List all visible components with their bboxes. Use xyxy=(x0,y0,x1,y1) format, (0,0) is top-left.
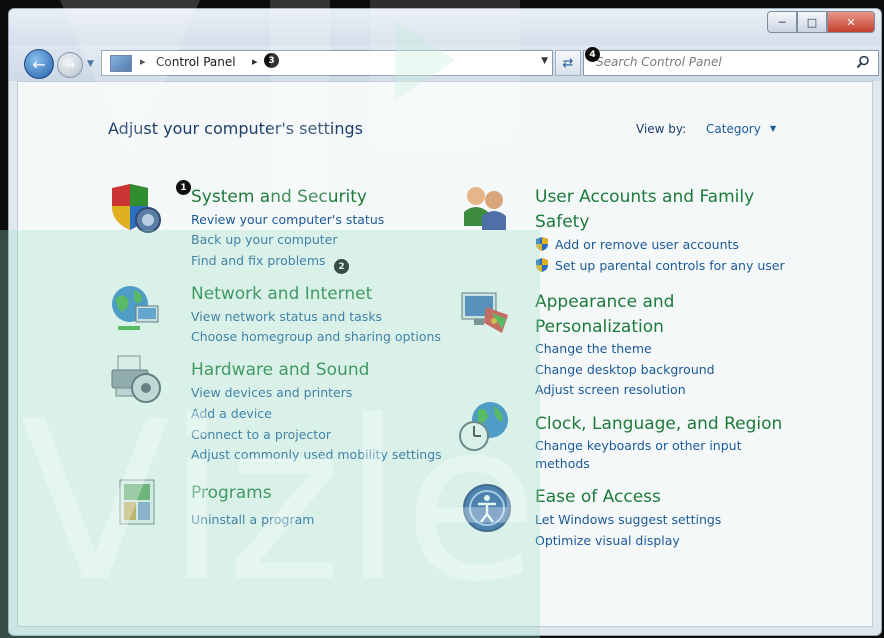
close-button[interactable]: ✕ xyxy=(827,11,875,33)
refresh-icon: ⇄ xyxy=(562,55,574,71)
system-security-icon[interactable] xyxy=(108,182,162,234)
close-icon: ✕ xyxy=(846,15,856,29)
link-mobility-settings[interactable]: Adjust commonly used mobility settings xyxy=(191,447,442,462)
link-change-keyboards-input-cont[interactable]: methods xyxy=(535,456,590,471)
link-review-computer-status[interactable]: Review your computer's status xyxy=(191,212,384,227)
control-panel-window: ─ □ ✕ ← → ▼ ▸ Control Panel ▸ ▼ ⇄ Adjust… xyxy=(8,8,882,636)
search-icon[interactable] xyxy=(856,55,870,69)
link-parental-controls[interactable]: Set up parental controls for any user xyxy=(555,258,785,273)
recent-pages-dropdown[interactable]: ▼ xyxy=(87,59,94,69)
link-homegroup-sharing-options[interactable]: Choose homegroup and sharing options xyxy=(191,329,441,344)
link-let-windows-suggest-settings[interactable]: Let Windows suggest settings xyxy=(535,512,721,527)
caption-buttons: ─ □ ✕ xyxy=(767,11,875,33)
link-view-network-status[interactable]: View network status and tasks xyxy=(191,309,382,324)
network-internet-icon[interactable] xyxy=(108,282,162,334)
maximize-button[interactable]: □ xyxy=(797,11,827,33)
category-ease-of-access[interactable]: Ease of Access xyxy=(535,485,661,510)
link-change-the-theme[interactable]: Change the theme xyxy=(535,341,652,356)
category-appearance-line2[interactable]: Personalization xyxy=(535,315,664,340)
category-user-accounts-line2[interactable]: Safety xyxy=(535,210,589,235)
clock-language-region-icon[interactable] xyxy=(458,400,512,452)
annotation-marker-1: 1 xyxy=(176,180,191,195)
view-by-label: View by: xyxy=(636,122,687,136)
page-title: Adjust your computer's settings xyxy=(108,119,363,138)
forward-button[interactable]: → xyxy=(57,52,83,78)
back-arrow-icon: ← xyxy=(32,54,46,74)
uac-shield-icon xyxy=(536,237,548,251)
category-programs[interactable]: Programs xyxy=(191,481,272,506)
forward-arrow-icon: → xyxy=(64,58,76,72)
category-user-accounts-line1[interactable]: User Accounts and Family xyxy=(535,185,754,210)
search-input[interactable] xyxy=(596,52,844,72)
annotation-marker-2: 2 xyxy=(334,259,349,274)
annotation-marker-4: 4 xyxy=(585,47,600,62)
minimize-icon: ─ xyxy=(778,15,786,29)
category-hardware-and-sound[interactable]: Hardware and Sound xyxy=(191,358,369,383)
maximize-icon: □ xyxy=(806,15,818,29)
link-add-a-device[interactable]: Add a device xyxy=(191,406,272,421)
link-adjust-screen-resolution[interactable]: Adjust screen resolution xyxy=(535,382,686,397)
content-area: Adjust your computer's settings View by:… xyxy=(17,81,873,627)
address-bar[interactable]: ▸ Control Panel ▸ ▼ xyxy=(101,50,553,76)
view-by-dropdown[interactable]: Category xyxy=(706,122,761,136)
view-by-chevron-down-icon[interactable]: ▼ xyxy=(770,124,776,133)
control-panel-icon xyxy=(110,55,132,72)
link-change-keyboards-input[interactable]: Change keyboards or other input xyxy=(535,438,741,453)
category-system-and-security[interactable]: System and Security xyxy=(191,185,367,210)
link-uninstall-a-program[interactable]: Uninstall a program xyxy=(191,512,314,527)
category-network-and-internet[interactable]: Network and Internet xyxy=(191,282,372,307)
title-bar: ─ □ ✕ xyxy=(9,9,881,45)
link-back-up-computer[interactable]: Back up your computer xyxy=(191,232,338,247)
ease-of-access-icon[interactable] xyxy=(461,482,515,534)
breadcrumb-chevron-icon[interactable]: ▸ xyxy=(140,55,146,68)
link-add-remove-user-accounts[interactable]: Add or remove user accounts xyxy=(555,237,739,252)
uac-shield-icon xyxy=(536,258,548,272)
minimize-button[interactable]: ─ xyxy=(767,11,797,33)
annotation-marker-3: 3 xyxy=(264,53,279,68)
link-connect-to-projector[interactable]: Connect to a projector xyxy=(191,427,331,442)
category-clock-language-region[interactable]: Clock, Language, and Region xyxy=(535,412,782,437)
link-find-and-fix-problems[interactable]: Find and fix problems xyxy=(191,253,326,268)
category-appearance-line1[interactable]: Appearance and xyxy=(535,290,674,315)
back-button[interactable]: ← xyxy=(24,49,54,79)
navigation-bar: ← → ▼ ▸ Control Panel ▸ ▼ ⇄ xyxy=(9,45,881,81)
user-accounts-icon[interactable] xyxy=(458,182,512,234)
breadcrumb-chevron-icon[interactable]: ▸ xyxy=(252,55,258,68)
search-box[interactable] xyxy=(583,50,879,76)
refresh-button[interactable]: ⇄ xyxy=(555,50,581,76)
programs-icon[interactable] xyxy=(110,476,164,528)
hardware-sound-icon[interactable] xyxy=(108,354,162,406)
link-optimize-visual-display[interactable]: Optimize visual display xyxy=(535,533,680,548)
appearance-personalization-icon[interactable] xyxy=(458,287,512,339)
link-change-desktop-background[interactable]: Change desktop background xyxy=(535,362,715,377)
breadcrumb-control-panel[interactable]: Control Panel xyxy=(156,55,236,69)
link-view-devices-printers[interactable]: View devices and printers xyxy=(191,385,352,400)
address-dropdown-icon[interactable]: ▼ xyxy=(541,56,548,66)
